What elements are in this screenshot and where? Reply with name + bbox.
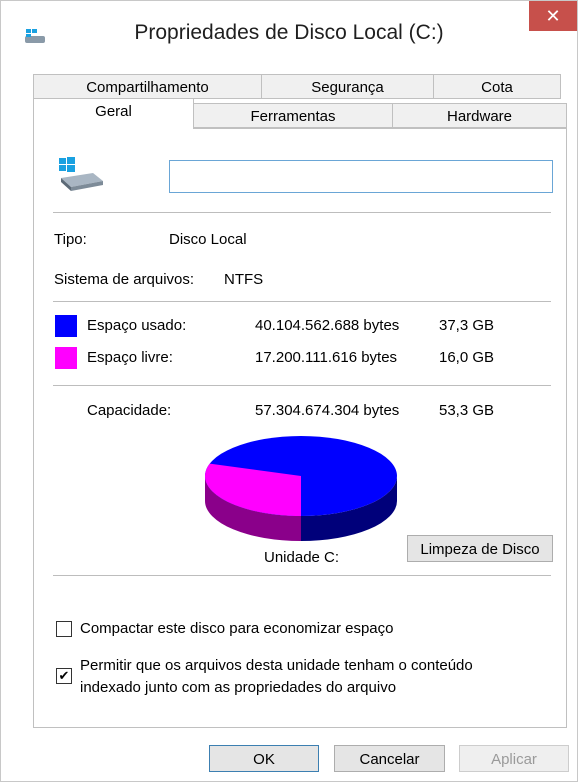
- tab-geral[interactable]: Geral: [33, 98, 194, 129]
- capacity-size: 53,3 GB: [439, 402, 495, 419]
- free-space-label: Espaço livre:: [87, 349, 173, 366]
- index-checkbox[interactable]: ✔: [56, 668, 72, 684]
- separator: [53, 385, 551, 386]
- capacity-label: Capacidade:: [87, 402, 172, 419]
- used-space-swatch: [55, 315, 77, 337]
- used-space-label: Espaço usado:: [87, 317, 187, 334]
- compress-label: Compactar este disco para economizar esp…: [80, 620, 394, 637]
- free-space-swatch: [55, 347, 77, 369]
- separator: [53, 212, 551, 213]
- disk-usage-pie: [205, 436, 397, 541]
- check-icon: ✔: [58, 668, 70, 683]
- used-space-bytes: 40.104.562.688 bytes: [255, 317, 400, 334]
- windows-drive-icon: [59, 157, 103, 191]
- tab-compartilhamento[interactable]: Compartilhamento: [33, 74, 262, 99]
- title-bar[interactable]: Propriedades de Disco Local (C:) ✕: [1, 1, 577, 71]
- cancel-button[interactable]: Cancelar: [334, 745, 445, 772]
- tab-cota[interactable]: Cota: [433, 74, 561, 99]
- filesystem-value: NTFS: [224, 271, 264, 288]
- general-panel: [33, 128, 567, 728]
- properties-window: Propriedades de Disco Local (C:) ✕ Compa…: [0, 0, 578, 782]
- type-value: Disco Local: [169, 231, 247, 248]
- drive-label: Unidade C:: [264, 549, 340, 566]
- filesystem-label: Sistema de arquivos:: [54, 271, 195, 288]
- compress-checkbox[interactable]: [56, 621, 72, 637]
- capacity-bytes: 57.304.674.304 bytes: [255, 402, 400, 419]
- separator: [53, 575, 551, 576]
- tab-ferramentas[interactable]: Ferramentas: [193, 103, 393, 128]
- ok-button[interactable]: OK: [209, 745, 319, 772]
- free-space-bytes: 17.200.111.616 bytes: [255, 349, 398, 366]
- used-space-size: 37,3 GB: [439, 317, 495, 334]
- index-label-line1: Permitir que os arquivos desta unidade t…: [80, 657, 473, 674]
- type-label: Tipo:: [54, 231, 87, 248]
- close-icon: ✕: [545, 6, 561, 26]
- disk-cleanup-button[interactable]: Limpeza de Disco: [407, 535, 553, 562]
- window-title: Propriedades de Disco Local (C:): [134, 21, 444, 44]
- tab-hardware[interactable]: Hardware: [392, 103, 567, 128]
- free-space-size: 16,0 GB: [439, 349, 495, 366]
- tab-seguranca[interactable]: Segurança: [261, 74, 434, 99]
- separator: [53, 301, 551, 302]
- drive-name-input[interactable]: [169, 160, 553, 193]
- index-label-line2: indexado junto com as propriedades do ar…: [80, 679, 397, 696]
- apply-button[interactable]: Aplicar: [459, 745, 569, 772]
- close-button[interactable]: ✕: [529, 1, 577, 31]
